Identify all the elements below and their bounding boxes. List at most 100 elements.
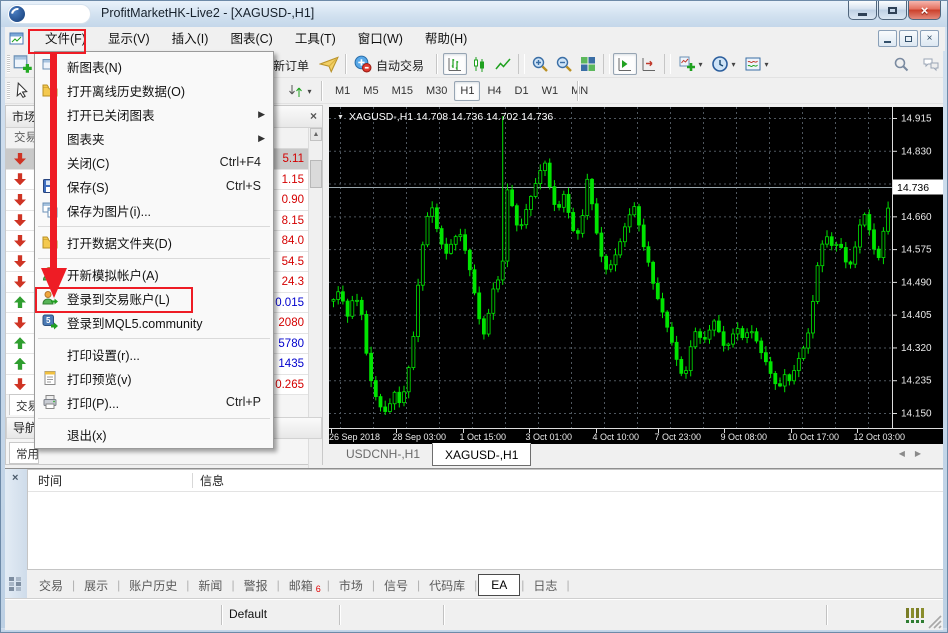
chart-tab-scroll-arrows[interactable]: ◀▶ bbox=[899, 449, 931, 458]
mdi-close-button[interactable]: × bbox=[920, 30, 939, 47]
new-chart-icon[interactable] bbox=[13, 54, 33, 74]
market-watch-close-icon[interactable]: × bbox=[310, 106, 317, 126]
timeframe-button[interactable]: H4 bbox=[481, 81, 507, 101]
file-menu-item[interactable]: 保存(S) Ctrl+S ▶ bbox=[35, 174, 273, 198]
file-menu-item[interactable]: 登录到交易账户(L) ▶ bbox=[35, 286, 273, 310]
toolbar-button[interactable] bbox=[283, 80, 316, 102]
menu-item[interactable]: 文件(F) bbox=[34, 27, 97, 51]
file-menu-item[interactable]: 打开数据文件夹(D) ▶ bbox=[35, 230, 273, 254]
menu-bar: 文件(F)显示(V)插入(I)图表(C)工具(T)窗口(W)帮助(H) × bbox=[5, 27, 945, 51]
file-menu-item[interactable]: 退出(x) ▶ bbox=[35, 422, 273, 446]
terminal-close-icon[interactable]: × bbox=[12, 472, 18, 484]
title-bar[interactable]: ProfitMarketHK-Live2 - [XAGUSD-,H1] × bbox=[1, 1, 948, 27]
file-menu-item[interactable]: 打开已关闭图表 ▶ bbox=[35, 102, 273, 126]
cursor-icon[interactable] bbox=[13, 81, 32, 100]
timeframe-button[interactable]: M15 bbox=[386, 81, 419, 101]
message-column-header[interactable]: 信息 bbox=[200, 470, 224, 492]
terminal-tab[interactable]: 交易| bbox=[31, 574, 76, 597]
toolbar-button[interactable] bbox=[613, 53, 637, 75]
timeframe-button[interactable]: M30 bbox=[420, 81, 453, 101]
chevron-down-icon[interactable]: ▼ bbox=[337, 114, 344, 121]
price-direction-arrow-icon bbox=[14, 153, 26, 165]
menu-item[interactable]: 工具(T) bbox=[284, 27, 347, 51]
mdi-restore-button[interactable] bbox=[899, 30, 918, 47]
toolbar-button[interactable] bbox=[707, 53, 740, 75]
toolbar-button[interactable] bbox=[491, 53, 515, 75]
menu-item[interactable]: 图表(C) bbox=[219, 27, 283, 51]
zoom-in-icon bbox=[531, 55, 549, 73]
file-menu-item[interactable]: 开新模拟帐户(A) ▶ bbox=[35, 262, 273, 286]
price-chart[interactable]: 14.91514.83014.66014.57514.49014.40514.3… bbox=[329, 107, 945, 444]
menu-item[interactable]: 帮助(H) bbox=[414, 27, 478, 51]
menu-item[interactable]: 窗口(W) bbox=[347, 27, 414, 51]
profile-name[interactable]: Default bbox=[229, 607, 267, 621]
file-menu-item[interactable]: 关闭(C) Ctrl+F4 ▶ bbox=[35, 150, 273, 174]
toolbar-grip[interactable] bbox=[7, 82, 10, 100]
toolbar-button[interactable] bbox=[528, 53, 552, 75]
toolbar-button[interactable] bbox=[518, 54, 525, 74]
terminal-tab[interactable]: EA| bbox=[478, 574, 525, 596]
file-menu-item[interactable]: 5 登录到MQL5.community ▶ bbox=[35, 310, 273, 334]
timeframe-button[interactable]: D1 bbox=[509, 81, 535, 101]
timeframe-button[interactable]: MN bbox=[565, 81, 594, 101]
toolbar-button[interactable] bbox=[889, 53, 913, 75]
news-icon[interactable] bbox=[319, 54, 339, 74]
menu-item[interactable]: 显示(V) bbox=[97, 27, 161, 51]
toolbar-button[interactable] bbox=[603, 54, 610, 74]
svg-text:9 Oct 08:00: 9 Oct 08:00 bbox=[721, 432, 768, 442]
terminal-tab[interactable]: 邮箱6| bbox=[281, 574, 331, 597]
toolbar-button[interactable] bbox=[637, 53, 661, 75]
print-icon bbox=[41, 394, 59, 410]
price-direction-arrow-icon bbox=[14, 194, 26, 206]
resize-grip[interactable] bbox=[927, 614, 942, 629]
mail-count-badge: 6 bbox=[316, 584, 321, 594]
timeframe-button[interactable]: H1 bbox=[454, 81, 480, 101]
toolbar-button[interactable] bbox=[740, 53, 773, 75]
chart-tab[interactable]: XAGUSD-,H1 bbox=[432, 443, 531, 466]
file-menu-item[interactable]: 新图表(N) ▶ bbox=[35, 54, 273, 78]
time-column-header[interactable]: 时间 bbox=[38, 470, 62, 492]
file-menu-item[interactable]: 打开离线历史数据(O) ▶ bbox=[35, 78, 273, 102]
timeframe-button[interactable]: M1 bbox=[329, 81, 356, 101]
new-order-button[interactable]: 新订单 bbox=[273, 57, 309, 74]
file-menu-item[interactable]: 保存为图片(i)... ▶ bbox=[35, 198, 273, 222]
file-menu-item[interactable]: 图表夹 ▶ bbox=[35, 126, 273, 150]
bid-price: 1435 bbox=[278, 354, 304, 374]
price-direction-arrow-icon bbox=[14, 378, 26, 390]
file-menu-item[interactable]: 打印设置(r)... ▶ bbox=[35, 342, 273, 366]
restore-button[interactable] bbox=[878, 1, 907, 20]
timeframe-button[interactable]: W1 bbox=[536, 81, 565, 101]
mdi-minimize-button[interactable] bbox=[878, 30, 897, 47]
scrollbar-thumb[interactable] bbox=[310, 160, 322, 188]
bid-price: 84.0 bbox=[282, 231, 304, 251]
toolbar-button[interactable] bbox=[919, 53, 943, 75]
menu-item[interactable]: 插入(I) bbox=[161, 27, 220, 51]
terminal-tab[interactable]: 信号| bbox=[376, 574, 421, 597]
close-button[interactable]: × bbox=[908, 1, 941, 20]
toolbar-button[interactable] bbox=[443, 53, 467, 75]
terminal-tab[interactable]: 新闻| bbox=[190, 574, 235, 597]
toolbar-button[interactable] bbox=[576, 53, 600, 75]
scroll-up-icon[interactable]: ▲ bbox=[310, 128, 322, 141]
terminal-tab[interactable]: 日志| bbox=[525, 574, 570, 597]
file-menu-item[interactable]: 打印预览(v) ▶ bbox=[35, 366, 273, 390]
svg-text:7 Oct 23:00: 7 Oct 23:00 bbox=[655, 432, 702, 442]
terminal-tab[interactable]: 警报| bbox=[236, 574, 281, 597]
terminal-tab[interactable]: 代码库| bbox=[421, 574, 478, 597]
price-direction-arrow-icon bbox=[14, 276, 26, 288]
terminal-tab[interactable]: 账户历史| bbox=[121, 574, 190, 597]
toolbar-grip[interactable] bbox=[7, 55, 10, 73]
toolbar-button[interactable] bbox=[552, 53, 576, 75]
toolbar-button[interactable] bbox=[674, 53, 707, 75]
autotrade-button[interactable]: 自动交易 bbox=[376, 57, 424, 74]
toolbar-button[interactable] bbox=[664, 54, 671, 74]
timeframe-button[interactable]: M5 bbox=[357, 81, 384, 101]
terminal-tab[interactable]: 市场| bbox=[331, 574, 376, 597]
minimize-button[interactable] bbox=[848, 1, 877, 20]
toolbar-button[interactable] bbox=[467, 53, 491, 75]
chart-tab[interactable]: USDCNH-,H1 bbox=[334, 444, 432, 464]
autotrade-icon[interactable] bbox=[353, 54, 372, 73]
file-menu-item[interactable]: 打印(P)... Ctrl+P ▶ bbox=[35, 390, 273, 414]
terminal-tab[interactable]: 展示| bbox=[76, 574, 121, 597]
symbol-column-header[interactable]: 交易品种 bbox=[14, 128, 34, 149]
